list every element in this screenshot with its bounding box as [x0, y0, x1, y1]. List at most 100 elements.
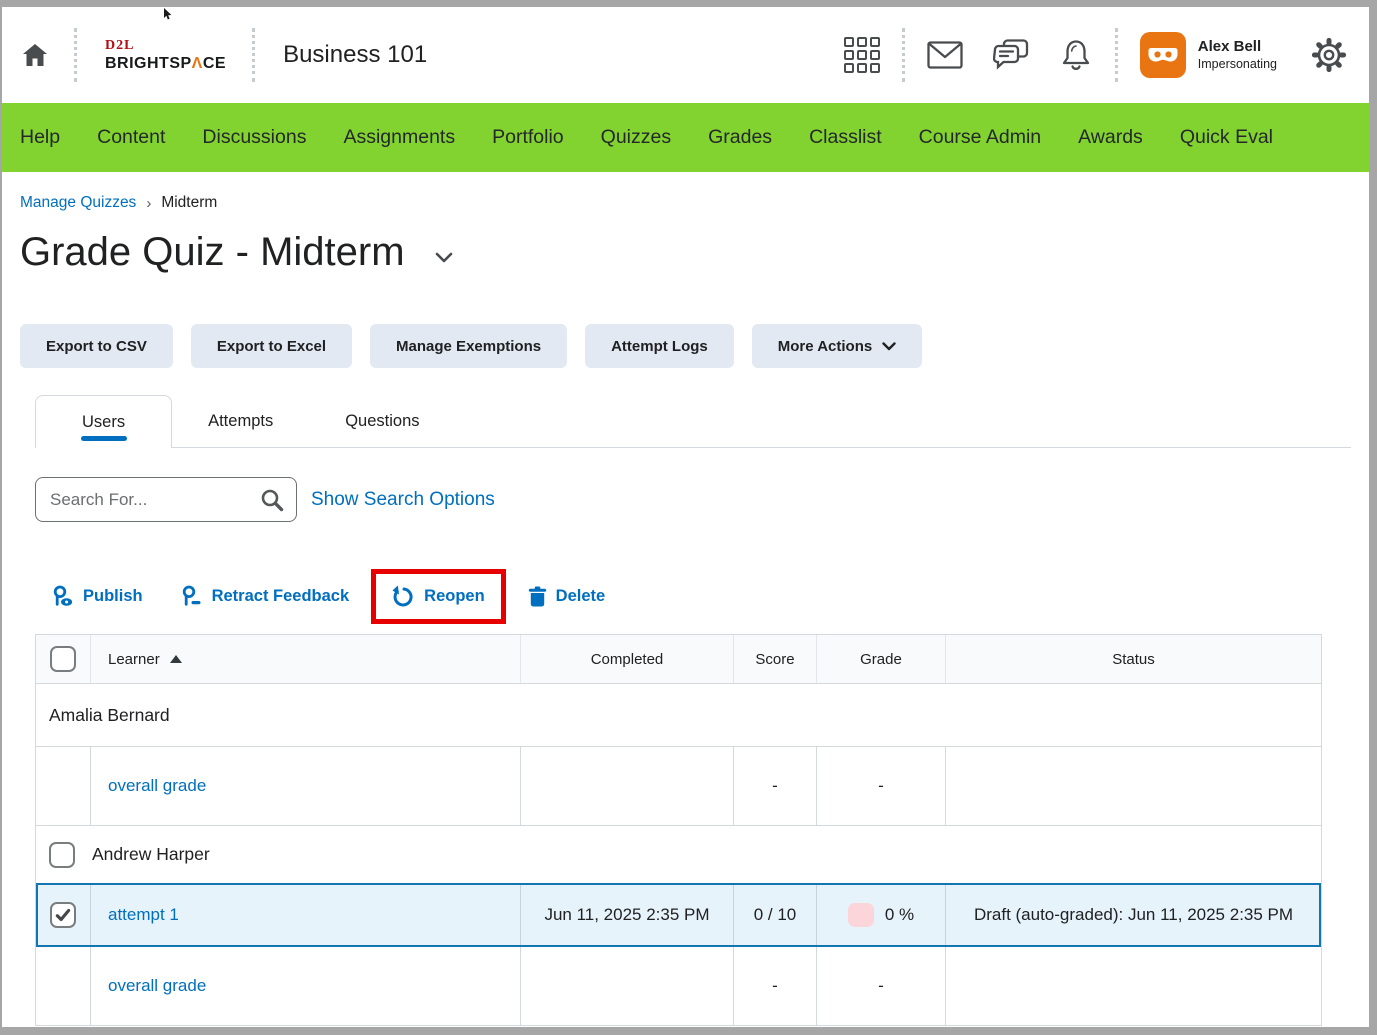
course-navbar: Help Content Discussions Assignments Por… — [2, 103, 1369, 172]
select-all-checkbox[interactable] — [50, 646, 76, 672]
header-score: Score — [734, 635, 817, 683]
gear-icon[interactable] — [1311, 37, 1347, 73]
search-box — [35, 477, 297, 522]
nav-help[interactable]: Help — [20, 126, 60, 149]
app-grid-icon[interactable] — [844, 37, 880, 73]
header-status: Status — [946, 635, 1321, 683]
brightspace-logo-text: BRIGHTSPΛCE — [105, 56, 226, 72]
toolbar: Export to CSV Export to Excel Manage Exe… — [20, 324, 1351, 368]
tab-questions[interactable]: Questions — [309, 395, 455, 447]
nav-discussions[interactable]: Discussions — [202, 126, 306, 149]
course-title: Business 101 — [283, 41, 427, 69]
user-name: Alex Bell — [1198, 38, 1277, 57]
breadcrumb: Manage Quizzes › Midterm — [20, 192, 1351, 214]
page-title: Grade Quiz - Midterm — [20, 230, 405, 275]
publish-icon — [52, 585, 74, 607]
brightspace-logo[interactable]: D2L BRIGHTSPΛCE — [105, 39, 226, 72]
status-cell — [946, 947, 1321, 1025]
tab-attempts[interactable]: Attempts — [172, 395, 309, 447]
mouse-cursor — [163, 8, 172, 21]
grade-cell: - — [817, 747, 946, 825]
publish-action[interactable]: Publish — [52, 585, 143, 607]
completed-cell — [521, 947, 734, 1025]
nav-grades[interactable]: Grades — [708, 126, 772, 149]
nav-classlist[interactable]: Classlist — [809, 126, 882, 149]
nav-quizzes[interactable]: Quizzes — [601, 126, 671, 149]
row-checkbox-cell — [36, 885, 91, 945]
email-icon[interactable] — [927, 41, 963, 69]
home-icon[interactable] — [20, 43, 50, 67]
title-chevron-down-icon[interactable] — [435, 252, 453, 263]
export-to-csv-button[interactable]: Export to CSV — [20, 324, 173, 368]
breadcrumb-separator: › — [146, 195, 151, 212]
nav-course-admin[interactable]: Course Admin — [919, 126, 1041, 149]
overall-grade-row: overall grade - - — [36, 747, 1321, 826]
top-header: D2L BRIGHTSPΛCE Business 101 — [2, 7, 1369, 103]
overall-grade-link[interactable]: overall grade — [108, 776, 206, 796]
retract-feedback-action[interactable]: Retract Feedback — [181, 585, 350, 607]
header-learner[interactable]: Learner — [91, 635, 521, 683]
notifications-bell-icon[interactable] — [1059, 38, 1093, 72]
nav-awards[interactable]: Awards — [1078, 126, 1143, 149]
manage-exemptions-button[interactable]: Manage Exemptions — [370, 324, 567, 368]
header-checkbox-cell — [36, 635, 91, 683]
header-divider — [252, 28, 255, 82]
grade-cell: - — [817, 947, 946, 1025]
completed-cell: Jun 11, 2025 2:35 PM — [521, 885, 734, 945]
overall-grade-row: overall grade - - — [36, 947, 1321, 1026]
reopen-icon — [392, 585, 415, 608]
learner-name: Andrew Harper — [92, 844, 210, 865]
header-divider — [1115, 28, 1118, 82]
delete-action[interactable]: Delete — [528, 586, 606, 607]
user-status: Impersonating — [1198, 57, 1277, 73]
show-search-options-link[interactable]: Show Search Options — [311, 489, 495, 511]
nav-quick-eval[interactable]: Quick Eval — [1180, 126, 1273, 149]
attempt-checkbox-checked[interactable] — [50, 902, 76, 928]
score-cell: - — [734, 947, 817, 1025]
status-cell: Draft (auto-graded): Jun 11, 2025 2:35 P… — [946, 885, 1321, 945]
chevron-down-icon — [882, 342, 896, 351]
tab-users[interactable]: Users — [35, 395, 172, 448]
row-checkbox-cell — [36, 747, 91, 825]
breadcrumb-current: Midterm — [161, 194, 217, 212]
nav-content[interactable]: Content — [97, 126, 165, 149]
bulk-actions: Publish Retract Feedback Reopen — [52, 567, 1351, 625]
search-input[interactable] — [50, 490, 260, 510]
learner-checkbox[interactable] — [49, 842, 75, 868]
chat-icon[interactable] — [993, 39, 1029, 71]
attempt-link[interactable]: attempt 1 — [108, 905, 179, 925]
breadcrumb-manage-quizzes[interactable]: Manage Quizzes — [20, 194, 136, 212]
user-menu[interactable]: Alex Bell Impersonating — [1140, 32, 1277, 78]
browser-viewport: D2L BRIGHTSPΛCE Business 101 — [2, 7, 1369, 1027]
row-checkbox-cell — [36, 947, 91, 1025]
sort-ascending-icon — [170, 655, 182, 663]
search-icon[interactable] — [260, 488, 284, 512]
header-grade: Grade — [817, 635, 946, 683]
overall-grade-link[interactable]: overall grade — [108, 976, 206, 996]
impersonating-mask-avatar — [1140, 32, 1186, 78]
header-completed: Completed — [521, 635, 734, 683]
status-cell — [946, 747, 1321, 825]
more-actions-button[interactable]: More Actions — [752, 324, 922, 368]
attempt-logs-button[interactable]: Attempt Logs — [585, 324, 734, 368]
grade-cell: 0 % — [817, 885, 946, 945]
nav-assignments[interactable]: Assignments — [343, 126, 455, 149]
grade-indicator-pill — [848, 903, 874, 927]
export-to-excel-button[interactable]: Export to Excel — [191, 324, 352, 368]
logo-accent-caret: Λ — [192, 55, 203, 72]
retract-feedback-icon — [181, 585, 203, 607]
users-table: Learner Completed Score Grade Status Ama… — [35, 634, 1322, 1026]
learner-name: Amalia Bernard — [49, 705, 170, 726]
nav-portfolio[interactable]: Portfolio — [492, 126, 564, 149]
completed-cell — [521, 747, 734, 825]
table-header-row: Learner Completed Score Grade Status — [36, 635, 1321, 684]
trash-icon — [528, 586, 547, 607]
learner-group-row: Andrew Harper — [36, 826, 1321, 883]
reopen-action[interactable]: Reopen — [392, 585, 485, 608]
score-cell: 0 / 10 — [734, 885, 817, 945]
score-cell: - — [734, 747, 817, 825]
reopen-highlight-box: Reopen — [371, 569, 506, 624]
attempt-row-selected: attempt 1 Jun 11, 2025 2:35 PM 0 / 10 0 … — [36, 883, 1321, 947]
d2l-logo-text: D2L — [105, 39, 226, 53]
header-divider — [74, 28, 77, 82]
